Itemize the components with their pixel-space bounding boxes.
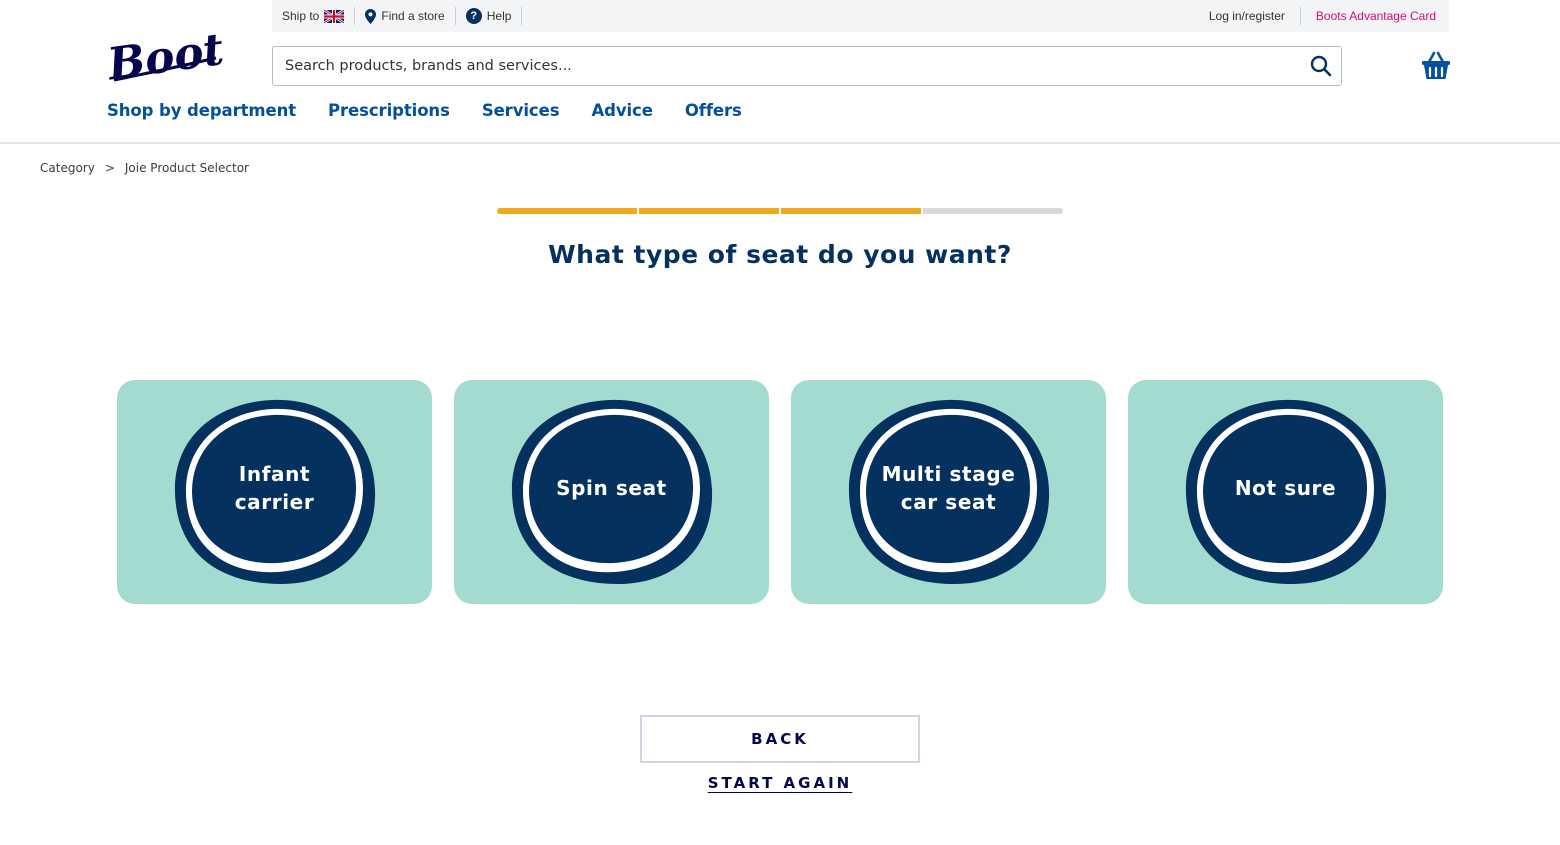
help-link[interactable]: ? Help (456, 7, 523, 25)
basket-icon (1422, 51, 1450, 79)
nav-advice[interactable]: Advice (591, 101, 652, 120)
progress-segment (781, 208, 921, 214)
search-bar (272, 46, 1342, 86)
option-blob: Infant carrier (173, 398, 377, 586)
option-label: Not sure (1234, 476, 1337, 500)
option-blob: Multi stage car seat (847, 398, 1051, 586)
nav-prescriptions[interactable]: Prescriptions (328, 101, 450, 120)
progress-segment (639, 208, 779, 214)
breadcrumb: Category > Joie Product Selector (40, 161, 249, 175)
ship-to-label: Ship to (282, 9, 320, 23)
progress-segment (923, 208, 1063, 214)
option-spin-seat[interactable]: Spin seat (454, 380, 769, 604)
option-infant-carrier[interactable]: Infant carrier (117, 380, 432, 604)
nav-offers[interactable]: Offers (685, 101, 742, 120)
account-links: Log in/register Boots Advantage Card (1194, 0, 1449, 32)
question-heading: What type of seat do you want? (548, 240, 1012, 269)
option-blob: Not sure (1184, 398, 1388, 586)
breadcrumb-category[interactable]: Category (40, 161, 95, 175)
progress-segment (497, 208, 637, 214)
find-store-link[interactable]: Find a store (355, 7, 456, 25)
find-store-label: Find a store (381, 9, 445, 23)
start-again-link[interactable]: START AGAIN (708, 774, 852, 792)
boots-logo[interactable]: Boots (103, 20, 252, 90)
nav-shop-by-department[interactable]: Shop by department (107, 101, 296, 120)
option-multi-stage-car-seat[interactable]: Multi stage car seat (791, 380, 1106, 604)
login-register-link[interactable]: Log in/register (1194, 7, 1301, 25)
option-label: Multi stage car seat (881, 462, 1016, 514)
basket-button[interactable] (1420, 50, 1452, 82)
start-again-wrapper: START AGAIN (0, 774, 1560, 792)
search-icon (1310, 55, 1332, 77)
option-label: Infant carrier (234, 462, 315, 514)
utility-bar: Ship to Find a store ? Help Log in/regis… (272, 0, 1449, 32)
advantage-card-link[interactable]: Boots Advantage Card (1301, 7, 1449, 25)
location-pin-icon (365, 8, 377, 24)
page: Boots Ship to Find a store ? Help Log in… (0, 0, 1560, 845)
seat-options: Infant carrier Spin seat Multi stage car… (117, 380, 1443, 604)
ship-to-selector[interactable]: Ship to (272, 7, 356, 25)
search-input[interactable] (273, 47, 1301, 85)
option-label: Spin seat (556, 476, 667, 500)
option-not-sure[interactable]: Not sure (1128, 380, 1443, 604)
breadcrumb-separator: > (104, 161, 115, 175)
help-label: Help (486, 9, 512, 23)
progress-bar (497, 208, 1063, 214)
option-blob: Spin seat (510, 398, 714, 586)
search-button[interactable] (1301, 47, 1341, 85)
site-header: Boots Ship to Find a store ? Help Log in… (0, 0, 1560, 144)
breadcrumb-current: Joie Product Selector (124, 161, 249, 175)
back-button[interactable]: BACK (640, 715, 920, 763)
main-nav: Shop by department Prescriptions Service… (107, 96, 742, 124)
nav-services[interactable]: Services (482, 101, 560, 120)
uk-flag-icon (324, 9, 345, 23)
help-icon: ? (465, 8, 482, 24)
